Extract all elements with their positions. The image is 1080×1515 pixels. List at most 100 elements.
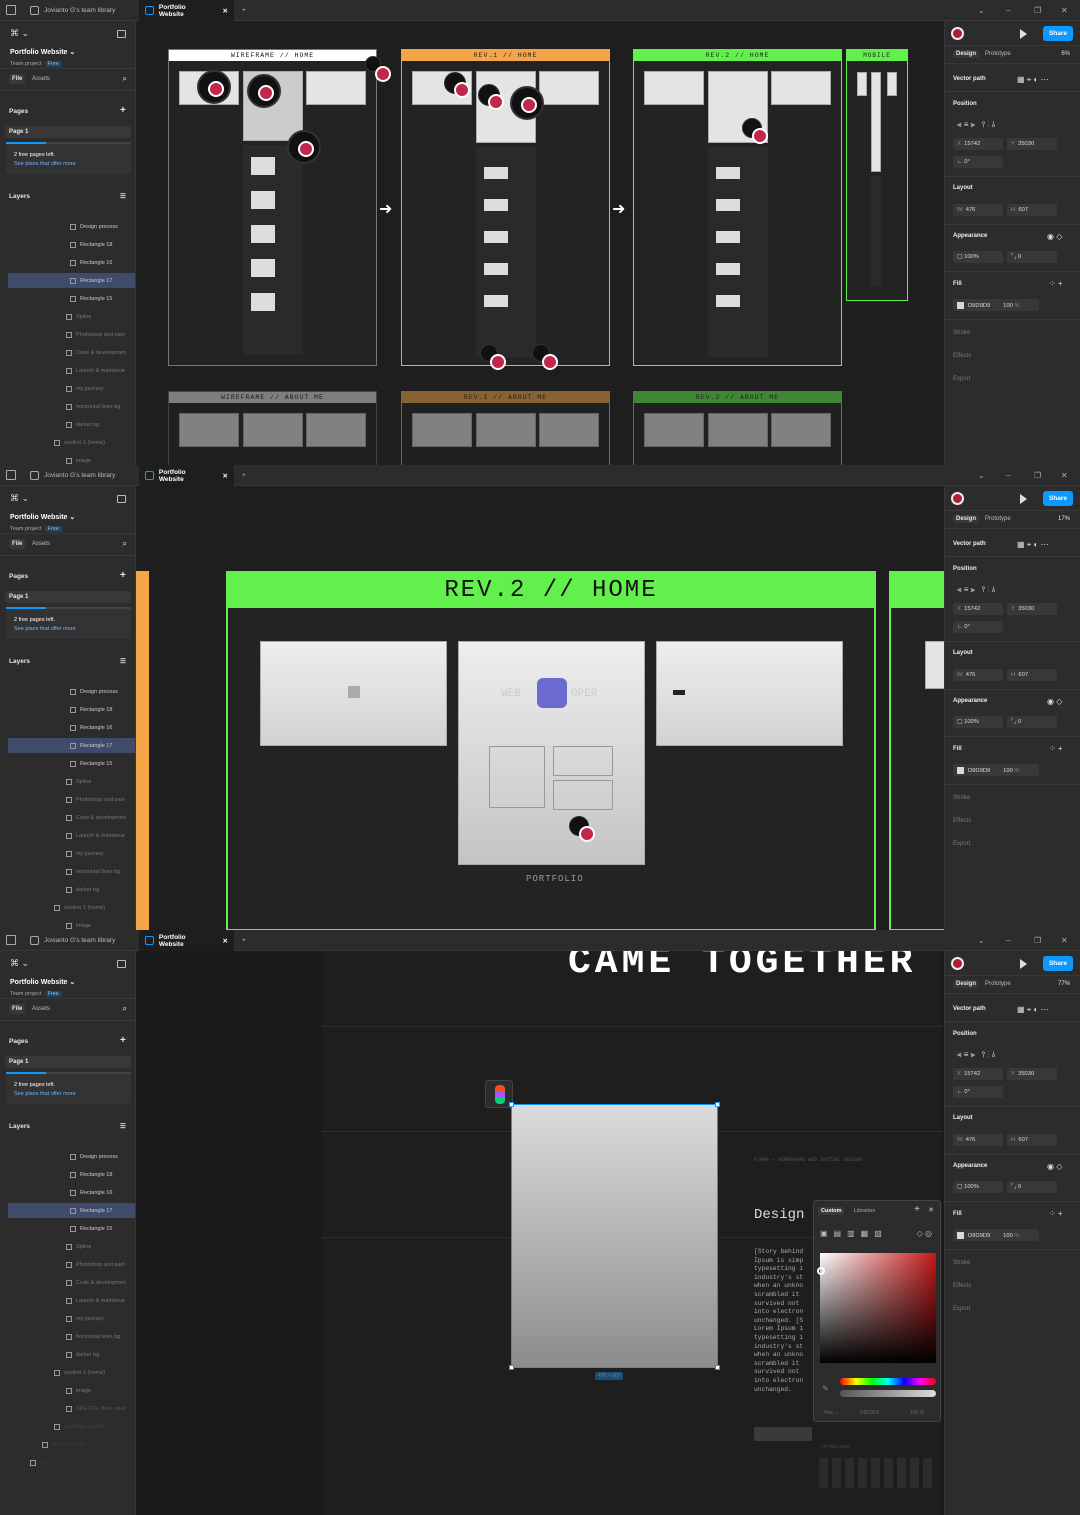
- layer-item[interactable]: darker bg: [8, 1347, 135, 1362]
- width-field[interactable]: W 476: [953, 1134, 1003, 1146]
- file-tab[interactable]: File: [9, 1004, 26, 1014]
- layer-item[interactable]: horizontal lines bg: [8, 399, 135, 414]
- prototype-tab[interactable]: Prototype: [985, 981, 1011, 987]
- layer-item[interactable]: Spline: [8, 1239, 135, 1254]
- align-icons[interactable]: ⫷ ≡ ⫸ ⫯ ⫶ ⫰: [957, 585, 995, 595]
- eye-icon[interactable]: ◉ ◇: [1047, 697, 1062, 706]
- restore-button[interactable]: ❐: [1034, 465, 1041, 486]
- radius-field[interactable]: ⌜⌟ 0: [1007, 716, 1057, 728]
- layer-item[interactable]: Code & developmen: [8, 810, 135, 825]
- blend-icons[interactable]: ◇ ◎: [917, 1229, 932, 1238]
- tab-team-library[interactable]: Jovianto G's team library: [24, 930, 121, 951]
- assets-tab[interactable]: Assets: [32, 76, 50, 82]
- new-tab-button[interactable]: +: [236, 930, 252, 951]
- layer-item[interactable]: section 1 (home): [8, 900, 135, 915]
- add-page-icon[interactable]: +: [120, 1035, 126, 1046]
- layer-item[interactable]: horizontal lines bg: [8, 1329, 135, 1344]
- height-field[interactable]: H 607: [1007, 1134, 1057, 1146]
- present-icon[interactable]: [1020, 959, 1027, 969]
- selected-rectangle[interactable]: [509, 1102, 720, 1370]
- layer-item[interactable]: ends bg page: [8, 1437, 135, 1452]
- layer-item[interactable]: Rectangle 15: [8, 291, 135, 306]
- layer-item[interactable]: my journey:: [8, 846, 135, 861]
- component-icons[interactable]: ▦ ⌖ ◐ ⋯: [1017, 75, 1049, 85]
- prototype-tab[interactable]: Prototype: [985, 516, 1011, 522]
- close-tab-icon[interactable]: ✕: [223, 472, 228, 480]
- frame-rev2-home[interactable]: REV.2 // HOME WEB OPER PORTFOLIO: [226, 571, 876, 930]
- add-fill-icon[interactable]: ⁘ +: [1049, 1209, 1063, 1218]
- minimize-button[interactable]: –: [1006, 930, 1010, 951]
- layer-item[interactable]: Spline: [8, 309, 135, 324]
- layer-item[interactable]: my journey:: [8, 1311, 135, 1326]
- layer-item[interactable]: section 1 (home): [8, 1365, 135, 1380]
- frame-rev1-home[interactable]: REV.1 // HOME: [401, 49, 610, 370]
- minimize-button[interactable]: –: [1006, 465, 1010, 486]
- layer-item[interactable]: SKETCH, then wirel: [8, 1401, 135, 1416]
- layer-item[interactable]: Rectangle 16: [8, 1185, 135, 1200]
- assets-tab[interactable]: Assets: [32, 541, 50, 547]
- height-field[interactable]: H 607: [1007, 204, 1057, 216]
- assets-tab[interactable]: Assets: [32, 1006, 50, 1012]
- tab-team-library[interactable]: Jovianto G's team library: [24, 0, 121, 21]
- layer-item[interactable]: Launch & maintenar: [8, 363, 135, 378]
- rotation-field[interactable]: ∟ 0°: [953, 156, 1003, 168]
- y-field[interactable]: Y 35030: [1007, 603, 1057, 615]
- component-icons[interactable]: ▦ ⌖ ◐ ⋯: [1017, 1005, 1049, 1015]
- share-button[interactable]: Share: [1043, 956, 1073, 971]
- design-tab[interactable]: Design: [953, 515, 980, 523]
- rotation-field[interactable]: ∟ 0°: [953, 621, 1003, 633]
- layer-item[interactable]: Rectangle 18: [8, 237, 135, 252]
- restore-button[interactable]: ❐: [1034, 930, 1041, 951]
- zoom-level[interactable]: 17%: [1058, 516, 1070, 522]
- export-heading[interactable]: Export: [953, 1306, 970, 1312]
- main-menu-button[interactable]: ⌘ ⌄: [10, 493, 29, 504]
- project-name[interactable]: Portfolio Website ⌄: [10, 48, 75, 56]
- present-icon[interactable]: [1020, 494, 1027, 504]
- zoom-level[interactable]: 77%: [1058, 981, 1070, 987]
- layer-item[interactable]: roadmap section: [8, 1419, 135, 1434]
- frame-wireframe-home[interactable]: WIREFRAME // HOME: [168, 49, 391, 366]
- layer-item[interactable]: my journey:: [8, 381, 135, 396]
- layer-item[interactable]: Code & developmen: [8, 345, 135, 360]
- layer-item[interactable]: image: [8, 918, 135, 930]
- close-window-button[interactable]: ✕: [1061, 0, 1068, 21]
- main-menu-button[interactable]: ⌘ ⌄: [10, 958, 29, 969]
- cta-button[interactable]: [754, 1427, 812, 1441]
- toggle-panel-icon[interactable]: [117, 30, 126, 38]
- y-field[interactable]: Y 35030: [1007, 1068, 1057, 1080]
- project-name[interactable]: Portfolio Website ⌄: [10, 978, 75, 986]
- add-page-icon[interactable]: +: [120, 570, 126, 581]
- frame-rev2-home[interactable]: REV.2 // HOME: [633, 49, 842, 366]
- align-icons[interactable]: ⫷ ≡ ⫸ ⫯ ⫶ ⫰: [957, 1050, 995, 1060]
- avatar[interactable]: [951, 27, 964, 40]
- close-tab-icon[interactable]: ✕: [223, 7, 228, 15]
- hue-slider[interactable]: [840, 1378, 936, 1385]
- avatar[interactable]: [951, 492, 964, 505]
- tab-team-library[interactable]: Jovianto G's team library: [24, 465, 121, 486]
- opacity-field[interactable]: ▢ 100%: [953, 716, 1003, 728]
- close-tab-icon[interactable]: ✕: [223, 937, 228, 945]
- canvas[interactable]: REV.2 // HOME WEB OPER PORTFOLIO: [136, 486, 944, 930]
- layer-item[interactable]: total checks: [8, 1455, 135, 1470]
- frame-rev1-about[interactable]: REV.1 // ABOUT ME: [401, 391, 610, 465]
- close-icon[interactable]: ✕: [928, 1206, 934, 1214]
- layer-item[interactable]: image: [8, 453, 135, 465]
- layer-item[interactable]: darker bg: [8, 882, 135, 897]
- home-icon[interactable]: [6, 5, 16, 15]
- close-window-button[interactable]: ✕: [1061, 465, 1068, 486]
- export-heading[interactable]: Export: [953, 376, 970, 382]
- layer-item[interactable]: Rectangle 15: [8, 1221, 135, 1236]
- close-window-button[interactable]: ✕: [1061, 930, 1068, 951]
- x-field[interactable]: X 15742: [953, 603, 1003, 615]
- radius-field[interactable]: ⌜⌟ 0: [1007, 251, 1057, 263]
- tab-file[interactable]: Portfolio Website ✕: [139, 930, 234, 951]
- eye-icon[interactable]: ◉ ◇: [1047, 1162, 1062, 1171]
- layer-item[interactable]: Rectangle 18: [8, 1167, 135, 1182]
- share-button[interactable]: Share: [1043, 26, 1073, 41]
- stroke-heading[interactable]: Stroke: [953, 1260, 970, 1266]
- new-tab-button[interactable]: +: [236, 0, 252, 21]
- plans-link[interactable]: See plans that offer more: [14, 161, 76, 167]
- picker-custom-tab[interactable]: Custom: [818, 1207, 845, 1215]
- add-fill-icon[interactable]: ⁘ +: [1049, 279, 1063, 288]
- width-field[interactable]: W 476: [953, 669, 1003, 681]
